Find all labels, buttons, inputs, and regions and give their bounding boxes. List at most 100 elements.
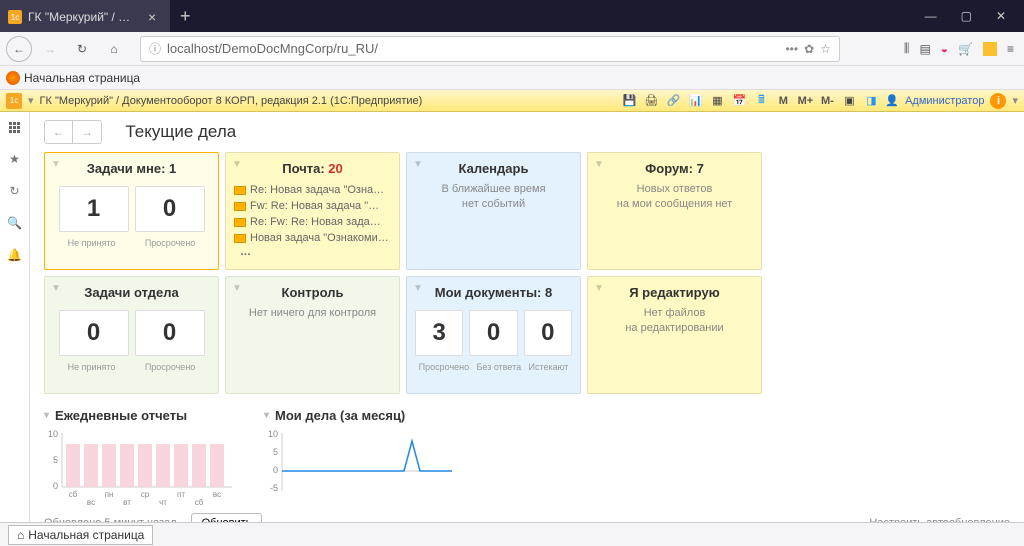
card-title: Задачи мне: [87, 161, 166, 176]
close-icon[interactable]: ✕ [996, 9, 1006, 23]
rail-star-icon[interactable]: ★ [6, 150, 24, 168]
home-icon: ⌂ [17, 528, 24, 542]
new-tab-button[interactable]: + [170, 6, 201, 27]
minimize-icon[interactable]: — [925, 9, 937, 23]
chevron-down-icon: ▼ [594, 159, 604, 170]
page-title: Текущие дела [125, 122, 236, 142]
url-text: localhost/DemoDocMngCorp/ru_RU/ [167, 41, 378, 56]
chevron-down-icon: ▼ [413, 159, 423, 170]
link-icon[interactable]: 🔗 [665, 93, 681, 109]
info-icon[interactable]: ⓘ [149, 40, 161, 57]
stat-box-overdue: 0 [135, 186, 205, 232]
svg-text:вс: вс [87, 498, 95, 507]
reload-button[interactable]: ↻ [68, 35, 96, 63]
grid-icon[interactable]: ▦ [709, 93, 725, 109]
card-calendar[interactable]: ▼ Календарь В ближайшее времянет событий [406, 152, 581, 270]
svg-text:-5: -5 [270, 483, 278, 493]
pocket-icon[interactable]: ◒ [941, 42, 948, 56]
mail-more[interactable]: … [234, 246, 391, 258]
svg-text:пт: пт [177, 490, 185, 499]
reader-icon[interactable]: ✿ [804, 42, 814, 56]
chevron-down-icon: ▼ [232, 159, 242, 170]
bookmark-flag-icon[interactable] [983, 42, 997, 56]
card-sub: Новых ответов [637, 183, 713, 195]
mail-item[interactable]: Fw: Re: Новая задача "… [234, 198, 391, 214]
calc-icon[interactable]: 🖩 [753, 93, 769, 109]
back-button[interactable]: ← [6, 36, 32, 62]
card-title: Я редактирую [596, 285, 753, 300]
bookmark-star-icon[interactable]: ☆ [820, 42, 831, 56]
app-logo-icon: 1c [6, 93, 22, 109]
chart-monthly-tasks: Мои дела (за месяц) 10 5 0 -5 [264, 408, 454, 507]
panel-icon[interactable]: ◨ [863, 93, 879, 109]
status-tab-home[interactable]: ⌂ Начальная страница [8, 525, 153, 545]
info-button[interactable]: i [990, 93, 1006, 109]
mem-mminus[interactable]: M- [819, 93, 835, 109]
dropdown-icon[interactable]: ▾ [1012, 94, 1018, 107]
card-mail[interactable]: ▼ Почта: 20 Re: Новая задача "Озна… Fw: … [225, 152, 400, 270]
card-sub: Нет файлов [644, 307, 706, 319]
rail-menu-icon[interactable] [6, 118, 24, 136]
left-rail: ★ ↻ 🔍 🔔 [0, 112, 30, 522]
card-editing[interactable]: ▼ Я редактирую Нет файловна редактирован… [587, 276, 762, 394]
svg-text:вс: вс [213, 490, 221, 499]
mail-item[interactable]: Re: Fw: Re: Новая зада… [234, 214, 391, 230]
window-icon[interactable]: ▣ [841, 93, 857, 109]
page-back-button[interactable]: ← [45, 121, 73, 143]
url-bar[interactable]: ⓘ localhost/DemoDocMngCorp/ru_RU/ ••• ✿ … [140, 36, 840, 62]
cart-icon[interactable]: 🛒 [958, 42, 973, 56]
chart-title: Ежедневные отчеты [44, 408, 234, 423]
card-count: 8 [545, 285, 552, 300]
url-more-icon[interactable]: ••• [785, 42, 798, 56]
save-icon[interactable]: 💾 [621, 93, 637, 109]
tab-close-icon[interactable]: × [148, 9, 156, 25]
print-icon[interactable]: 🖨 [643, 93, 659, 109]
rail-bell-icon[interactable]: 🔔 [6, 246, 24, 264]
page-nav: ← → [44, 120, 102, 144]
card-forum[interactable]: ▼ Форум: 7 Новых ответовна мои сообщения… [587, 152, 762, 270]
stat-label: Просрочено [419, 362, 469, 372]
chevron-down-icon: ▼ [51, 159, 61, 170]
mem-mplus[interactable]: M+ [797, 93, 813, 109]
menu-icon[interactable]: ≡ [1007, 42, 1014, 56]
card-sub: на мои сообщения нет [617, 198, 732, 210]
chevron-down-icon: ▼ [232, 283, 242, 294]
mem-m[interactable]: M [775, 93, 791, 109]
main-content: ← → Текущие дела ▼ Задачи мне: 1 1 0 Не … [30, 112, 1024, 522]
page-forward-button[interactable]: → [73, 121, 101, 143]
card-sub: на редактировании [625, 322, 723, 334]
status-tab-label: Начальная страница [28, 528, 144, 542]
card-tasks-dept[interactable]: ▼ Задачи отдела 0 0 Не принятоПросрочено [44, 276, 219, 394]
card-sub: нет событий [462, 198, 525, 210]
nav-back-icon[interactable]: ▾ [28, 94, 34, 107]
refresh-button[interactable]: Обновить [191, 513, 263, 522]
stat-label: Без ответа [476, 362, 521, 372]
rail-search-icon[interactable]: 🔍 [6, 214, 24, 232]
bookmark-home[interactable]: Начальная страница [24, 71, 140, 85]
card-tasks-me[interactable]: ▼ Задачи мне: 1 1 0 Не принятоПросрочено [44, 152, 219, 270]
mail-item[interactable]: Re: Новая задача "Озна… [234, 182, 391, 198]
card-control[interactable]: ▼ Контроль Нет ничего для контроля [225, 276, 400, 394]
forward-button[interactable]: → [36, 35, 64, 63]
card-my-docs[interactable]: ▼ Мои документы: 8 3 0 0 ПросроченоБез о… [406, 276, 581, 394]
mail-icon [234, 234, 246, 243]
page-footer: Обновлено 5 минут назад Обновить Настрои… [44, 513, 1010, 522]
stat-box-not-accepted: 1 [59, 186, 129, 232]
svg-text:сб: сб [195, 498, 204, 507]
home-button[interactable]: ⌂ [100, 35, 128, 63]
rail-history-icon[interactable]: ↻ [6, 182, 24, 200]
chart-icon[interactable]: 📊 [687, 93, 703, 109]
chevron-down-icon: ▼ [413, 283, 423, 294]
user-name[interactable]: Администратор [905, 95, 984, 107]
card-title: Календарь [415, 161, 572, 176]
calendar-icon[interactable]: 📅 [731, 93, 747, 109]
app-header: 1c ▾ ГК "Меркурий" / Документооборот 8 К… [0, 90, 1024, 112]
browser-tab[interactable]: 1c ГК "Меркурий" / Документоо… × [0, 0, 170, 32]
card-title: Почта: [282, 161, 324, 176]
maximize-icon[interactable]: ▢ [961, 9, 972, 23]
mail-item[interactable]: Новая задача "Ознакоми… [234, 230, 391, 246]
library-icon[interactable]: ⫼ [904, 41, 910, 56]
sidebar-icon[interactable]: ▤ [919, 42, 930, 56]
mail-list: Re: Новая задача "Озна… Fw: Re: Новая за… [234, 182, 391, 258]
line-chart: 10 5 0 -5 [264, 427, 454, 507]
